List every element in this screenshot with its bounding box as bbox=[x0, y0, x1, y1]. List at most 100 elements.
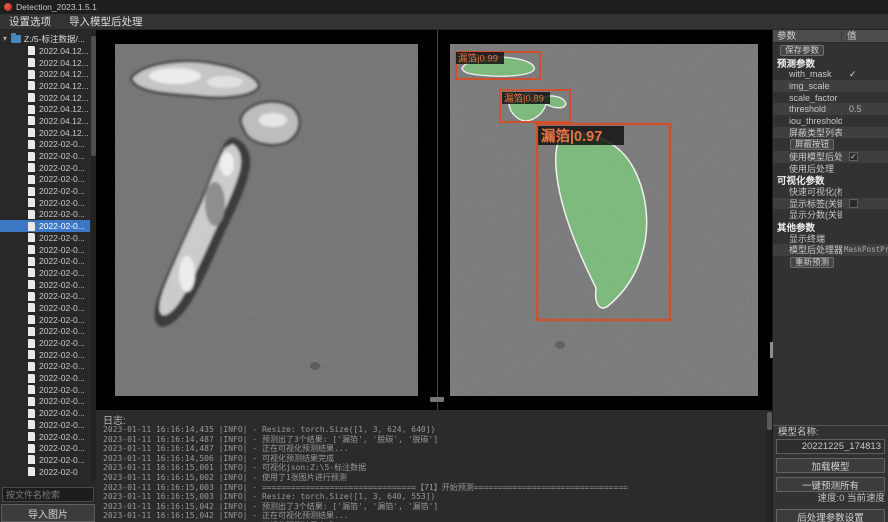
check-icon: ✓ bbox=[849, 69, 857, 80]
tree-file-item[interactable]: 2022-02-0... bbox=[0, 185, 90, 197]
param-value[interactable] bbox=[842, 199, 888, 208]
tree-file-item[interactable]: 2022-02-0... bbox=[0, 290, 90, 302]
viewport-splitter-handle[interactable] bbox=[430, 397, 444, 402]
save-params-button[interactable]: 保存参数 bbox=[780, 45, 824, 56]
file-icon bbox=[28, 46, 35, 55]
checkbox-empty-icon[interactable] bbox=[849, 199, 858, 208]
tree-file-item[interactable]: 2022-02-0... bbox=[0, 220, 90, 232]
predict-all-button[interactable]: 一键预测所有 bbox=[776, 477, 885, 492]
tree-file-item[interactable]: 2022.04.12... bbox=[0, 127, 90, 139]
prediction-image-viewport[interactable]: 漏箔|0.99 漏箔|0.89 漏箔|0.97 bbox=[450, 44, 758, 396]
param-row-show-label-keypoint: 显示标签(关键点) bbox=[773, 198, 888, 210]
file-icon bbox=[28, 409, 35, 418]
tree-file-item[interactable]: 2022-02-0... bbox=[0, 232, 90, 244]
tree-file-item[interactable]: 2022-02-0... bbox=[0, 314, 90, 326]
tree-file-item[interactable]: 2022-02-0... bbox=[0, 372, 90, 384]
params-table-header: 参数 值 bbox=[773, 30, 888, 43]
param-button-row: 重新预测 bbox=[773, 256, 888, 269]
file-icon bbox=[28, 397, 35, 406]
log-line: 2023-01-11 16:16:15,042 |INFO| - 预测出了3个结… bbox=[103, 502, 764, 512]
file-icon bbox=[28, 303, 35, 312]
file-icon bbox=[28, 105, 35, 114]
log-line: 2023-01-11 16:16:15,001 |INFO| - 可视化json… bbox=[103, 463, 764, 473]
file-icon bbox=[28, 374, 35, 383]
param-value: ✓ bbox=[842, 69, 888, 80]
tree-file-item[interactable]: 2022-02-0... bbox=[0, 349, 90, 361]
tree-file-item[interactable]: 2022-02-0... bbox=[0, 267, 90, 279]
tree-file-item[interactable]: 2022-02-0... bbox=[0, 361, 90, 373]
file-icon bbox=[28, 81, 35, 90]
tree-file-item[interactable]: 2022-02-0... bbox=[0, 174, 90, 186]
file-icon bbox=[28, 233, 35, 242]
tree-file-item[interactable]: 2022.04.12... bbox=[0, 45, 90, 57]
postprocess-settings-button[interactable]: 后处理参数设置 bbox=[776, 509, 885, 522]
tree-file-item[interactable]: 2022-02-0... bbox=[0, 407, 90, 419]
viewport-divider[interactable] bbox=[437, 30, 438, 410]
param-button-row: 屏蔽按钮 bbox=[773, 138, 888, 151]
load-model-button[interactable]: 加载模型 bbox=[776, 458, 885, 473]
file-icon bbox=[28, 257, 35, 266]
param-section-other-params: 其他参数 bbox=[773, 221, 888, 233]
checkbox-checked-icon[interactable]: ✓ bbox=[849, 152, 858, 161]
file-icon bbox=[28, 140, 35, 149]
tree-file-item[interactable]: 2022-02-0... bbox=[0, 150, 90, 162]
app-icon bbox=[4, 3, 12, 11]
log-line: 2023-01-11 16:16:15,042 |INFO| - 正在可视化预测… bbox=[103, 511, 764, 521]
file-icon bbox=[28, 70, 35, 79]
tree-file-item[interactable]: 2022-02-0 bbox=[0, 466, 90, 478]
file-icon bbox=[28, 58, 35, 67]
menu-settings[interactable]: 设置选项 bbox=[0, 14, 60, 30]
title-bar: Detection_2023.1.5.1 bbox=[0, 0, 888, 14]
param-value[interactable]: ✓ bbox=[842, 152, 888, 161]
tree-file-item[interactable]: 2022-02-0... bbox=[0, 139, 90, 151]
tree-file-item[interactable]: 2022-02-0... bbox=[0, 197, 90, 209]
file-icon bbox=[28, 432, 35, 441]
tree-file-item[interactable]: 2022-02-0... bbox=[0, 431, 90, 443]
tree-file-item[interactable]: 2022-02-0... bbox=[0, 162, 90, 174]
file-icon bbox=[28, 163, 35, 172]
param-name: with_mask bbox=[773, 69, 842, 79]
tree-file-item[interactable]: 2022-02-0... bbox=[0, 337, 90, 349]
tree-file-item[interactable]: 2022-02-0... bbox=[0, 326, 90, 338]
import-image-button[interactable]: 导入图片 bbox=[1, 504, 95, 522]
tree-file-item[interactable]: 2022.04.12... bbox=[0, 92, 90, 104]
tree-file-item[interactable]: 2022.04.12... bbox=[0, 57, 90, 69]
mask-button[interactable]: 屏蔽按钮 bbox=[790, 139, 834, 150]
file-icon bbox=[28, 210, 35, 219]
tree-file-item[interactable]: 2022.04.12... bbox=[0, 115, 90, 127]
tree-file-item[interactable]: 2022-02-0... bbox=[0, 255, 90, 267]
tree-file-item[interactable]: 2022-02-0... bbox=[0, 244, 90, 256]
tree-file-item[interactable]: 2022-02-0... bbox=[0, 209, 90, 221]
tree-file-item[interactable]: 2022-02-0... bbox=[0, 396, 90, 408]
image-canvas: 漏箔|0.99 漏箔|0.89 漏箔|0.97 bbox=[96, 30, 772, 410]
tree-root-label: Z:/5-标注数据/... bbox=[24, 33, 85, 45]
param-section-visualization-params: 可视化参数 bbox=[773, 174, 888, 186]
tree-file-item[interactable]: 2022-02-0... bbox=[0, 442, 90, 454]
file-icon bbox=[28, 198, 35, 207]
tree-root-folder[interactable]: ▾ Z:/5-标注数据/... bbox=[0, 32, 90, 45]
tree-file-item[interactable]: 2022-02-0... bbox=[0, 454, 90, 466]
file-tree-items: 2022.04.12... 2022.04.12... 2022.04.12..… bbox=[0, 45, 90, 477]
params-panel: 参数 值 保存参数 预测参数with_mask✓img_scalescale_f… bbox=[772, 30, 888, 522]
tree-file-item[interactable]: 2022-02-0... bbox=[0, 384, 90, 396]
tree-file-item[interactable]: 2022-02-0... bbox=[0, 302, 90, 314]
tree-file-item[interactable]: 2022.04.12... bbox=[0, 68, 90, 80]
model-name-label: 模型名称: bbox=[776, 427, 885, 439]
log-line: 2023-01-11 16:16:14,487 |INFO| - 预测出了3个结… bbox=[103, 435, 764, 445]
tree-file-item[interactable]: 2022.04.12... bbox=[0, 80, 90, 92]
source-image-viewport[interactable] bbox=[115, 44, 418, 396]
tree-file-item[interactable]: 2022-02-0... bbox=[0, 279, 90, 291]
tree-expand-arrow[interactable]: ▾ bbox=[3, 34, 11, 43]
menu-import-model-postprocess[interactable]: 导入模型后处理 bbox=[60, 14, 152, 30]
app-window: Detection_2023.1.5.1 设置选项 导入模型后处理 ▾ Z:/5… bbox=[0, 0, 888, 522]
file-icon bbox=[28, 350, 35, 359]
param-name: iou_threshold bbox=[773, 116, 842, 126]
re-predict-button[interactable]: 重新预测 bbox=[790, 257, 834, 268]
file-icon bbox=[28, 455, 35, 464]
panel-splitter-handle[interactable] bbox=[770, 342, 773, 358]
file-icon bbox=[28, 385, 35, 394]
tree-file-item[interactable]: 2022-02-0... bbox=[0, 419, 90, 431]
file-icon bbox=[28, 152, 35, 161]
tree-file-item[interactable]: 2022.04.12... bbox=[0, 103, 90, 115]
filename-search-input[interactable] bbox=[2, 487, 94, 502]
